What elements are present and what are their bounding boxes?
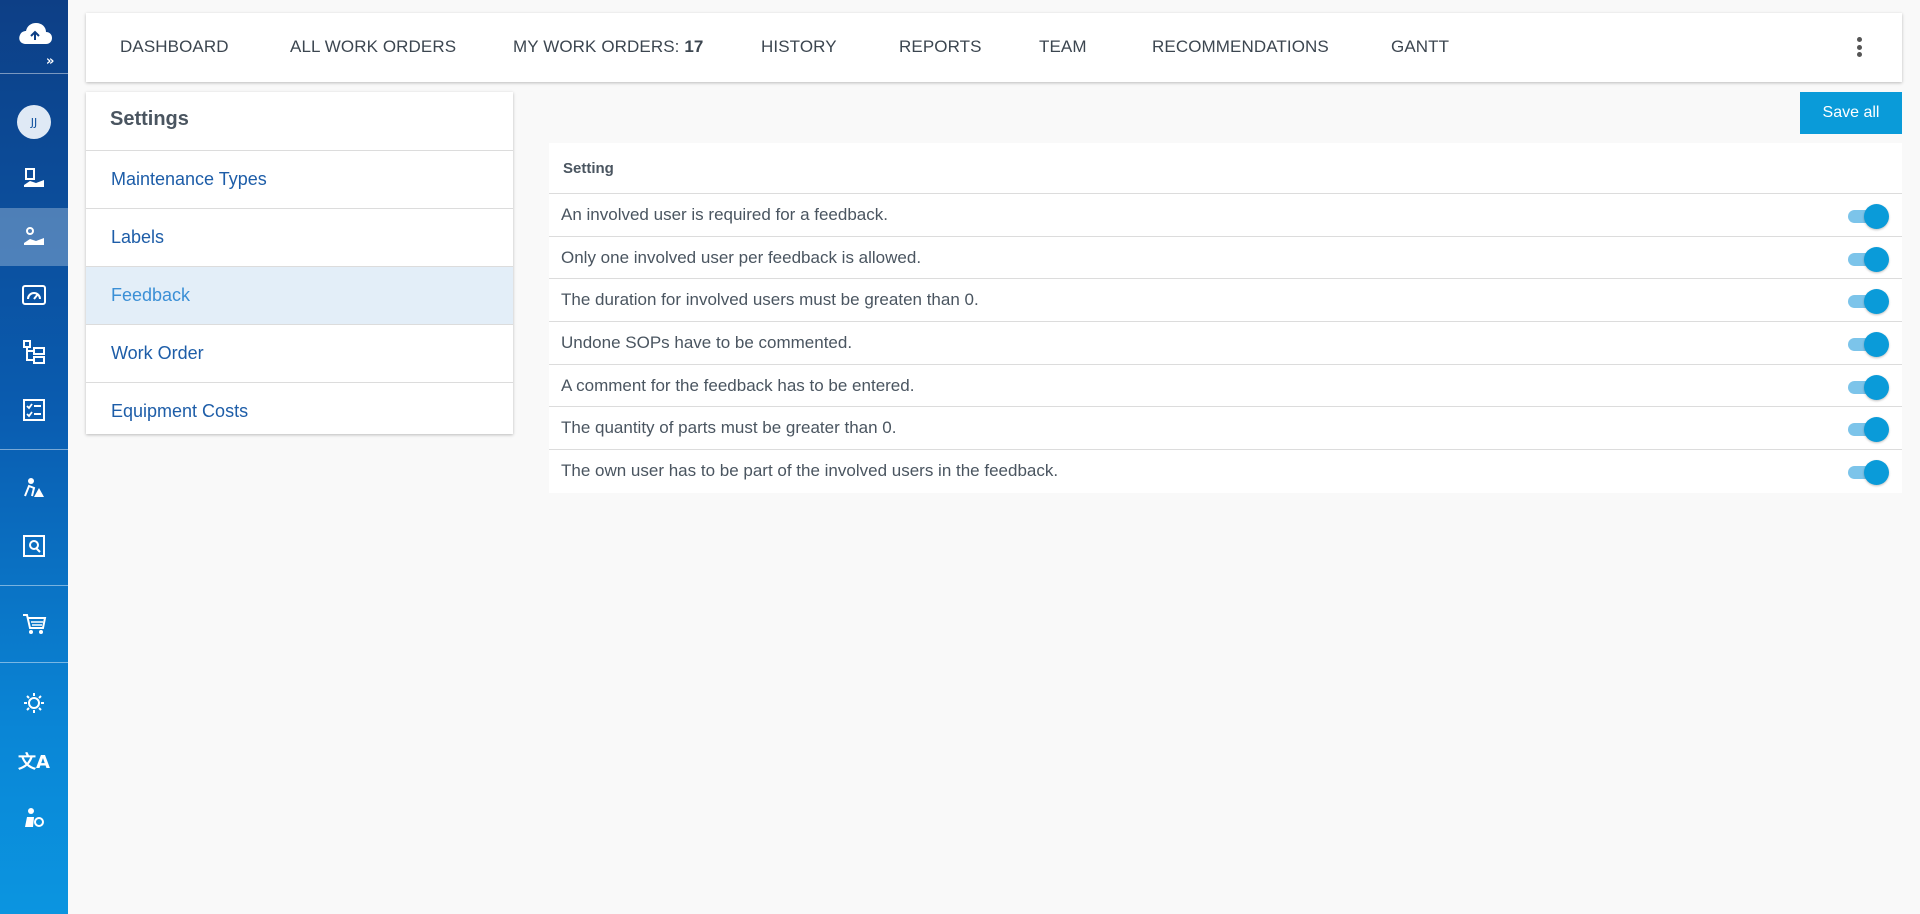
tab-my-work-orders-label: MY WORK ORDERS: [513, 37, 680, 56]
setting-toggle[interactable] [1846, 332, 1890, 358]
setting-toggle[interactable] [1846, 204, 1890, 229]
sidebar-item-user-settings[interactable] [0, 789, 68, 847]
my-work-orders-count: 17 [684, 37, 704, 56]
sidebar-item-feedback[interactable] [0, 208, 68, 266]
hierarchy-icon [23, 340, 45, 364]
cart-icon [23, 614, 47, 634]
settings-menu-work-order[interactable]: Work Order [86, 324, 513, 382]
setting-text: An involved user is required for a feedb… [561, 204, 888, 224]
setting-toggle[interactable] [1846, 460, 1890, 486]
sidebar-item-checklist[interactable] [0, 381, 68, 439]
table-row: The duration for involved users must be … [549, 279, 1902, 323]
user-settings-icon [25, 808, 44, 827]
table-row: Only one involved user per feedback is a… [549, 236, 1902, 280]
settings-menu-labels[interactable]: Labels [86, 208, 513, 266]
table-row: The quantity of parts must be greater th… [549, 407, 1902, 451]
sidebar-item-hierarchy[interactable] [0, 323, 68, 381]
settings-menu-feedback[interactable]: Feedback [86, 266, 513, 324]
tab-reports[interactable]: REPORTS [899, 37, 982, 57]
sidebar-item-image-settings[interactable] [0, 517, 68, 575]
tab-history[interactable]: HISTORY [761, 37, 837, 57]
settings-panel: Settings Maintenance Types Labels Feedba… [86, 92, 513, 434]
app-logo[interactable]: » [0, 0, 68, 72]
sidebar-divider [0, 585, 68, 586]
sidebar-divider [0, 662, 68, 663]
top-navigation: DASHBOARD ALL WORK ORDERS MY WORK ORDERS… [86, 13, 1902, 82]
user-avatar-item[interactable]: JJ [0, 93, 68, 151]
sidebar-divider [0, 449, 68, 450]
tab-dashboard[interactable]: DASHBOARD [120, 37, 229, 57]
more-options-icon[interactable] [1855, 37, 1863, 59]
tab-recommendations[interactable]: RECOMMENDATIONS [1152, 37, 1329, 57]
dashboard-gauge-icon [22, 285, 46, 305]
sidebar-divider [0, 73, 68, 74]
tab-all-work-orders[interactable]: ALL WORK ORDERS [290, 37, 456, 57]
setting-text: Undone SOPs have to be commented. [561, 332, 853, 352]
table-row: An involved user is required for a feedb… [549, 194, 1902, 237]
sidebar-item-work-orders[interactable] [0, 150, 68, 208]
avatar: JJ [17, 105, 51, 139]
sidebar: » JJ 文A [0, 0, 68, 914]
save-all-button[interactable]: Save all [1800, 92, 1902, 134]
setting-toggle[interactable] [1846, 374, 1890, 400]
setting-toggle[interactable] [1846, 289, 1890, 315]
table-row: Undone SOPs have to be commented. [549, 322, 1902, 365]
brightness-icon [24, 693, 44, 713]
settings-menu-maintenance-types[interactable]: Maintenance Types [86, 150, 513, 208]
expand-icon[interactable]: » [46, 54, 54, 69]
setting-toggle[interactable] [1846, 246, 1890, 272]
user-warning-icon [24, 478, 44, 497]
settings-menu-equipment-costs[interactable]: Equipment Costs [86, 382, 513, 440]
table-row: The own user has to be part of the invol… [549, 450, 1902, 493]
sidebar-item-user-warnings[interactable] [0, 459, 68, 517]
setting-text: A comment for the feedback has to be ent… [561, 375, 915, 395]
settings-table: Setting An involved user is required for… [549, 143, 1902, 493]
image-settings-icon [23, 535, 45, 557]
setting-text: The duration for involved users must be … [561, 290, 979, 310]
feedback-hand-icon [24, 227, 44, 245]
sidebar-item-dashboard[interactable] [0, 266, 68, 324]
tab-gantt[interactable]: GANTT [1391, 37, 1449, 57]
table-row: A comment for the feedback has to be ent… [549, 364, 1902, 408]
translate-icon: 文A [18, 752, 50, 773]
checklist-icon [23, 399, 45, 421]
setting-text: The quantity of parts must be greater th… [561, 418, 897, 438]
work-order-icon [24, 168, 44, 187]
column-header-setting: Setting [549, 143, 1902, 194]
setting-toggle[interactable] [1846, 417, 1890, 443]
sidebar-item-brightness[interactable] [0, 674, 68, 732]
setting-text: Only one involved user per feedback is a… [561, 247, 922, 267]
setting-text: The own user has to be part of the invol… [561, 461, 1059, 481]
tab-team[interactable]: TEAM [1039, 37, 1087, 57]
tab-my-work-orders[interactable]: MY WORK ORDERS: 17 [513, 37, 703, 57]
cloud-logo-icon [19, 23, 52, 44]
settings-title: Settings [110, 108, 189, 130]
sidebar-item-cart[interactable] [0, 595, 68, 653]
sidebar-item-language[interactable]: 文A [0, 732, 68, 790]
